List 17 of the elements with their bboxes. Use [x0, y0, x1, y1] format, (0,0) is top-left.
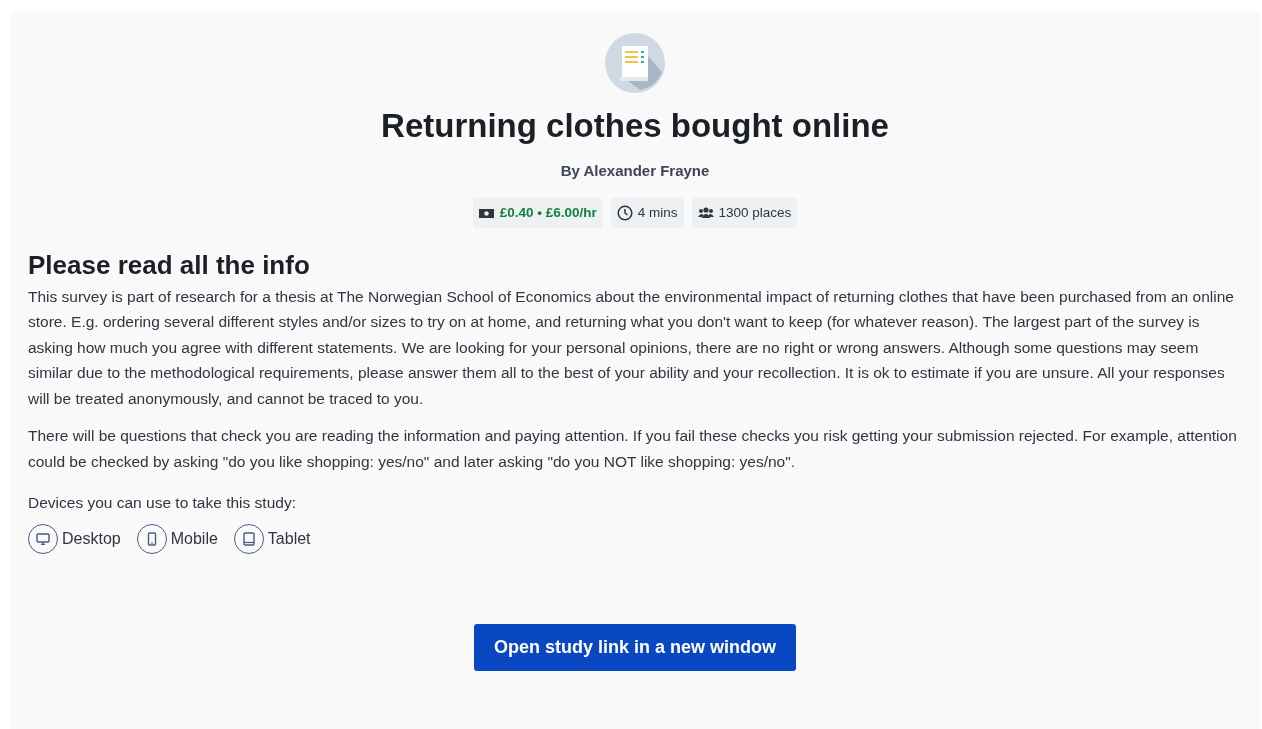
cash-icon: [478, 207, 495, 219]
open-study-button[interactable]: Open study link in a new window: [474, 623, 796, 671]
author-name: By Alexander Frayne: [559, 160, 711, 181]
section-heading: Please read all the info: [28, 250, 311, 282]
tag-label: £0.40 • £6.00/hr: [499, 204, 597, 223]
device-label: Tablet: [267, 528, 311, 549]
people-icon: [697, 207, 714, 220]
info-paragraph: There will be questions that check you are reading the information and paying attention. If you fail these checks you risk getting your submission rejected. For example, attention could be checked by asking "do you like shopping: yes/no" and later asking "do you NOT like shopping: yes/no".: [28, 426, 1238, 472]
tag-label: 1300 places: [718, 204, 792, 223]
clock-icon: [616, 205, 633, 222]
devices-label: Devices you can use to take this study:: [28, 493, 297, 514]
info-paragraph: This survey is part of research for a thesis at The Norwegian School of Economics about the environmental impact of returning clothes that have been purchased from an online store. E.g. ordering several different styles and/or sizes to try on at home, and returning what you don't want to keep (for whatever reason). The largest part of the survey is asking how much you agree with different statements. We are looking for your personal opinions, there are no right or wrong answers. Although some questions may seem similar due to the methodological requirements, please answer them all to the best of your ability and your recollection. It is ok to estimate if you are unsure. All your responses will be treated anonymously, and cannot be traced to you.: [28, 286, 1235, 409]
tag-label: 4 mins: [637, 204, 678, 223]
study-title: Returning clothes bought online: [380, 106, 890, 146]
document-icon: [604, 32, 666, 94]
device-label: Desktop: [62, 528, 121, 549]
device-label: Mobile: [170, 528, 218, 549]
